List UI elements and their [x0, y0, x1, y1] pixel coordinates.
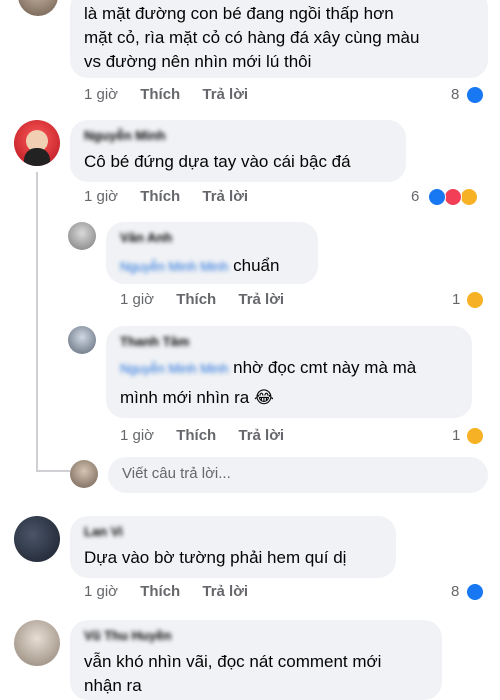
reply-meta: 1 giờ Thích Trả lời — [120, 291, 284, 308]
reply-link[interactable]: Trả lời — [202, 188, 248, 205]
love-reaction-icon — [444, 188, 462, 206]
comment-meta: 1 giờ Thích Trả lời — [84, 583, 248, 600]
like-link[interactable]: Thích — [176, 427, 216, 444]
avatar[interactable] — [18, 0, 58, 16]
reaction-count[interactable]: 1 — [452, 427, 460, 444]
comment-text: Cô bé đứng dựa tay vào cái bậc đá — [84, 152, 351, 171]
mention-link[interactable]: Nguyễn Minh Minh — [120, 259, 228, 274]
comment-author[interactable]: Nguyễn Minh — [84, 128, 166, 143]
comment-text: vs đường nên nhìn mới lú thôi — [84, 52, 312, 71]
timestamp[interactable]: 1 giờ — [120, 291, 154, 308]
reaction-count[interactable]: 1 — [452, 291, 460, 308]
like-link[interactable]: Thích — [140, 188, 180, 205]
thread-line — [36, 470, 70, 472]
comment-text: là mặt đường con bé đang ngồi thấp hơn — [84, 4, 394, 23]
avatar[interactable] — [14, 620, 60, 666]
avatar[interactable] — [68, 222, 96, 250]
comment-author[interactable]: Vũ Thu Huyền — [84, 628, 171, 643]
comment-text: vẫn khó nhìn vãi, đọc nát comment mới — [84, 652, 382, 671]
avatar[interactable] — [68, 326, 96, 354]
like-link[interactable]: Thích — [176, 291, 216, 308]
avatar[interactable] — [14, 120, 60, 166]
timestamp[interactable]: 1 giờ — [84, 86, 118, 103]
reaction-count[interactable]: 8 — [451, 86, 459, 103]
reaction-count[interactable]: 8 — [451, 583, 459, 600]
reply-text-line2: mình mới nhìn ra 😂 — [120, 388, 274, 407]
reaction-count[interactable]: 6 — [411, 188, 419, 205]
timestamp[interactable]: 1 giờ — [84, 583, 118, 600]
timestamp[interactable]: 1 giờ — [120, 427, 154, 444]
like-reaction-icon — [466, 86, 484, 104]
comment-author[interactable]: Lan Vi — [84, 524, 123, 539]
reply-author[interactable]: Vân Anh — [120, 230, 172, 245]
reply-link[interactable]: Trả lời — [238, 427, 284, 444]
like-reaction-icon — [466, 583, 484, 601]
reply-body: chuẩn — [233, 256, 280, 275]
reply-link[interactable]: Trả lời — [202, 583, 248, 600]
comment-text: nhận ra — [84, 676, 142, 695]
comment-text: Dựa vào bờ tường phải hem quí dị — [84, 548, 347, 567]
mention-link[interactable]: Nguyễn Minh Minh — [120, 361, 228, 376]
reply-link[interactable]: Trả lời — [202, 86, 248, 103]
haha-reaction-icon — [466, 291, 484, 309]
haha-reaction-icon — [466, 427, 484, 445]
comment-meta: 1 giờ Thích Trả lời — [84, 86, 248, 103]
thread-line — [36, 172, 38, 472]
like-link[interactable]: Thích — [140, 583, 180, 600]
comment-meta: 1 giờ Thích Trả lời — [84, 188, 248, 205]
timestamp[interactable]: 1 giờ — [84, 188, 118, 205]
reply-meta: 1 giờ Thích Trả lời — [120, 427, 284, 444]
reply-text: Nguyễn Minh Minh chuẩn — [120, 254, 279, 279]
reply-link[interactable]: Trả lời — [238, 291, 284, 308]
like-link[interactable]: Thích — [140, 86, 180, 103]
avatar[interactable] — [70, 460, 98, 488]
reply-input[interactable]: Viết câu trả lời... — [108, 457, 488, 493]
reply-text: Nguyễn Minh Minh nhờ đọc cmt này mà mà — [120, 356, 416, 381]
haha-reaction-icon — [460, 188, 478, 206]
comment-text: mặt cỏ, rìa mặt cỏ có hàng đá xây cùng m… — [84, 28, 420, 47]
avatar[interactable] — [14, 516, 60, 562]
reply-body: nhờ đọc cmt này mà mà — [233, 358, 417, 377]
like-reaction-icon — [428, 188, 446, 206]
reply-author[interactable]: Thanh Tâm — [120, 334, 189, 349]
